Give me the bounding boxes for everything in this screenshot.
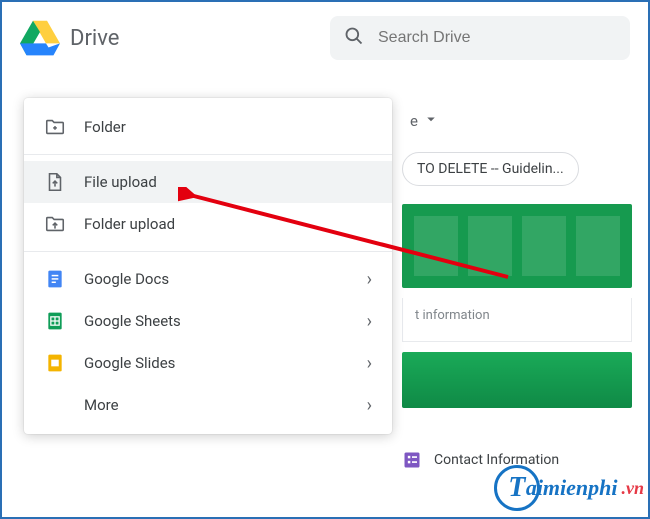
menu-divider: [24, 251, 392, 252]
caption-text: t information: [415, 308, 490, 323]
app-title: Drive: [70, 26, 119, 51]
menu-divider: [24, 154, 392, 155]
sheets-icon: [44, 310, 66, 332]
watermark: T aimienphi .vn: [494, 465, 644, 511]
file-thumbnail-card[interactable]: [402, 204, 632, 288]
menu-google-slides[interactable]: Google Slides ›: [24, 342, 392, 384]
chevron-right-icon: ›: [367, 353, 372, 374]
menu-google-sheets[interactable]: Google Sheets ›: [24, 300, 392, 342]
slides-icon: [44, 352, 66, 374]
docs-icon: [44, 268, 66, 290]
watermark-suffix: .vn: [622, 478, 645, 499]
chip-label: TO DELETE -- Guidelin...: [417, 161, 564, 177]
blank-icon: [44, 394, 66, 416]
menu-label: More: [84, 396, 349, 414]
search-icon: [344, 26, 364, 50]
forms-icon: [402, 450, 422, 470]
app-header: Drive: [2, 2, 648, 74]
file-caption-row: t information: [402, 298, 632, 342]
search-input[interactable]: [378, 29, 616, 47]
chevron-right-icon: ›: [367, 395, 372, 416]
chevron-right-icon: ›: [367, 311, 372, 332]
new-context-menu: Folder File upload Folder upload Google …: [24, 98, 392, 434]
breadcrumb-label: e: [410, 112, 418, 130]
folder-plus-icon: [44, 116, 66, 138]
menu-label: Folder upload: [84, 215, 372, 233]
menu-label: File upload: [84, 173, 372, 191]
menu-new-folder[interactable]: Folder: [24, 106, 392, 148]
menu-more[interactable]: More ›: [24, 384, 392, 426]
watermark-text: aimienphi: [526, 475, 618, 501]
file-upload-icon: [44, 171, 66, 193]
caret-down-icon: [422, 110, 440, 132]
file-thumbnail-card-2[interactable]: [402, 352, 632, 408]
menu-label: Google Docs: [84, 270, 349, 288]
chevron-right-icon: ›: [367, 269, 372, 290]
breadcrumb-dropdown[interactable]: e: [410, 110, 440, 132]
search-box[interactable]: [330, 16, 630, 60]
menu-label: Google Slides: [84, 354, 349, 372]
menu-google-docs[interactable]: Google Docs ›: [24, 258, 392, 300]
menu-file-upload[interactable]: File upload: [24, 161, 392, 203]
menu-label: Google Sheets: [84, 312, 349, 330]
suggestion-chip[interactable]: TO DELETE -- Guidelin...: [402, 152, 579, 186]
folder-upload-icon: [44, 213, 66, 235]
menu-label: Folder: [84, 118, 372, 136]
menu-folder-upload[interactable]: Folder upload: [24, 203, 392, 245]
drive-logo-icon: [20, 20, 60, 56]
